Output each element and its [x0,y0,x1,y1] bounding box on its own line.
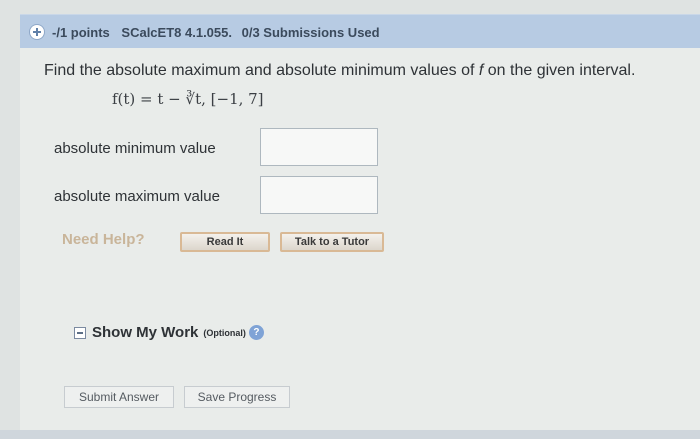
need-help-label: Need Help? [62,231,145,248]
expand-toggle-icon[interactable] [74,326,86,339]
bottom-divider [0,430,700,439]
assignment-code[interactable]: SCalcET8 4.1.055. [121,25,232,40]
abs-min-input[interactable] [260,128,378,166]
read-it-button[interactable]: Read It [180,232,270,252]
show-my-work-toggle[interactable]: Show My Work (Optional) ? [74,324,264,341]
header-info: -/1 points SCalcET8 4.1.055. 0/3 Submiss… [52,25,380,40]
question-text-before: Find the absolute maximum and absolute m… [44,62,479,79]
optional-label: (Optional) [203,327,246,338]
abs-max-input[interactable] [260,176,378,214]
submit-answer-button[interactable]: Submit Answer [64,386,174,408]
save-progress-button[interactable]: Save Progress [184,386,290,408]
plus-circle-icon[interactable] [30,25,44,39]
function-formula: f(t) = t − ∛t, [−1, 7] [112,90,264,108]
question-body: Find the absolute maximum and absolute m… [20,48,700,439]
talk-to-tutor-button[interactable]: Talk to a Tutor [280,232,384,252]
show-my-work-label[interactable]: Show My Work [92,324,198,341]
points-label: -/1 points [52,24,110,40]
question-text-after: on the given interval. [483,62,636,79]
abs-max-label: absolute maximum value [54,188,220,205]
question-text: Find the absolute maximum and absolute m… [44,62,635,80]
question-header: -/1 points SCalcET8 4.1.055. 0/3 Submiss… [20,14,700,49]
submissions-count: 0/3 Submissions Used [241,24,380,40]
help-icon[interactable]: ? [248,325,264,340]
abs-min-label: absolute minimum value [54,140,216,157]
